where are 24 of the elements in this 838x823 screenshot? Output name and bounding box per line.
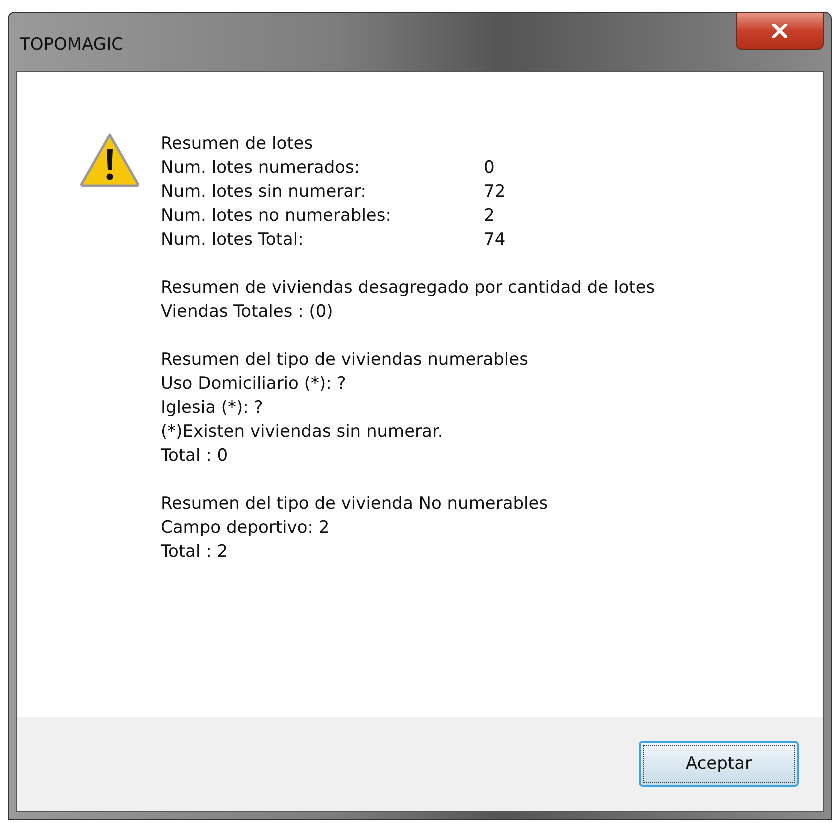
close-button[interactable] bbox=[736, 12, 824, 50]
summary-label: Num. lotes numerados: bbox=[161, 157, 362, 180]
summary-line: Campo deportivo: 2 bbox=[161, 517, 331, 540]
summary-line: Total : 0 bbox=[161, 445, 230, 468]
summary-line: Iglesia (*): ? bbox=[161, 397, 264, 420]
summary-value: 2 bbox=[484, 205, 495, 228]
close-icon bbox=[772, 24, 788, 38]
summary-value: 72 bbox=[484, 181, 506, 204]
summary-line: (*)Existen viviendas sin numerar. bbox=[161, 421, 444, 444]
section-heading: Resumen del tipo de viviendas numerables bbox=[161, 349, 530, 372]
warning-icon bbox=[79, 132, 141, 188]
accept-button[interactable]: Aceptar bbox=[639, 741, 799, 787]
window-title: TOPOMAGIC bbox=[20, 35, 124, 55]
summary-line: Uso Domiciliario (*): ? bbox=[161, 373, 348, 396]
summary-label: Num. lotes no numerables: bbox=[161, 205, 392, 228]
summary-value: 0 bbox=[484, 157, 495, 180]
summary-value: 74 bbox=[484, 229, 506, 252]
summary-line: Total : 2 bbox=[161, 541, 230, 564]
summary-label: Num. lotes sin numerar: bbox=[161, 181, 368, 204]
summary-label: Num. lotes Total: bbox=[161, 229, 305, 252]
section-heading: Resumen de viviendas desagregado por cantidad de lotes bbox=[161, 277, 656, 300]
section-heading: Resumen de lotes bbox=[161, 133, 314, 156]
section-heading: Resumen del tipo de vivienda No numerables bbox=[161, 493, 550, 516]
summary-line: Viendas Totales : (0) bbox=[161, 301, 334, 324]
